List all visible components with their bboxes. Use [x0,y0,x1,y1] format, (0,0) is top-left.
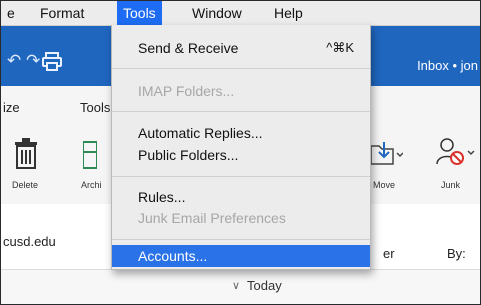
move-label: Move [373,180,396,190]
menu-item-send-receive[interactable]: Send & Receive ^⌘K [112,37,370,59]
junk-button[interactable]: Junk [433,122,479,202]
archive-button[interactable]: Archi [51,122,102,202]
menu-item-label: IMAP Folders... [138,83,235,99]
delete-button[interactable]: Delete [3,122,47,202]
menu-item-public-folders[interactable]: Public Folders... [112,144,370,166]
menu-item-label: Send & Receive [138,40,239,56]
chevron-down-icon[interactable]: ∨ [232,279,240,292]
menu-item-accounts[interactable]: Accounts... [112,245,370,267]
sort-sender-label[interactable]: er [383,246,395,261]
redo-icon[interactable]: ↷ [26,52,40,70]
tools-menu: Send & Receive ^⌘K IMAP Folders... Autom… [111,25,371,270]
move-folder-icon [370,142,403,165]
menu-item-label: Accounts... [138,248,208,264]
menu-item-label: Automatic Replies... [138,125,263,141]
menu-window[interactable]: Window [186,1,248,25]
menu-item-label: Junk Email Preferences [138,210,286,226]
menu-item-junk-email-preferences: Junk Email Preferences [112,207,370,229]
menu-item-rules[interactable]: Rules... [112,186,370,208]
junk-icon [436,138,475,165]
menu-separator [112,111,370,112]
menu-item-automatic-replies[interactable]: Automatic Replies... [112,122,370,144]
archive-label: Archi [81,180,102,190]
shortcut-label: ^⌘K [326,40,354,55]
menu-tools[interactable]: Tools [117,1,162,25]
window-title: Inbox • jon [417,58,478,73]
menu-item-label: Public Folders... [138,147,239,163]
today-label: Today [247,278,282,293]
delete-label: Delete [11,180,38,190]
today-group-header[interactable]: ∨ Today [1,270,480,304]
menu-separator [112,176,370,177]
move-button[interactable]: Move [365,122,405,202]
outlook-window: e Format Tools Window Help ↶ ↷ Inbox • j… [0,0,481,305]
undo-icon[interactable]: ↶ [7,52,21,70]
menu-format[interactable]: Format [34,1,90,25]
junk-label: Junk [441,180,461,190]
menu-edit[interactable]: e [1,1,21,25]
trash-icon [15,138,37,169]
sort-by-label[interactable]: By: [447,246,466,261]
menu-item-imap-folders: IMAP Folders... [112,80,370,102]
mac-menu-bar: e Format Tools Window Help [1,1,480,26]
archive-icon [83,141,97,169]
tab-tools[interactable]: Tools [80,100,110,115]
menu-item-label: Rules... [138,189,186,205]
menu-help[interactable]: Help [268,1,309,25]
menu-separator [112,68,370,69]
menu-separator [112,239,370,240]
print-icon[interactable] [41,52,63,76]
tab-organize[interactable]: ize [3,100,20,115]
account-email[interactable]: cusd.edu [3,234,56,249]
